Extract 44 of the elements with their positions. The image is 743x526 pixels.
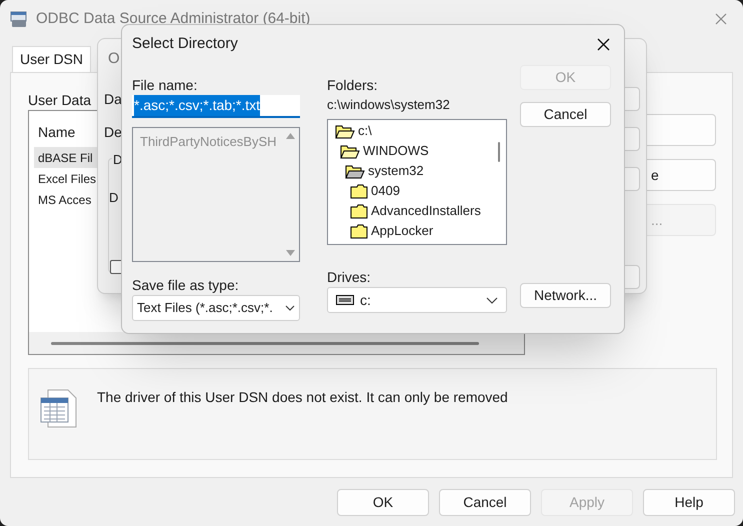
close-icon: [715, 13, 727, 25]
dialog-button[interactable]: Help: [643, 489, 735, 516]
info-message: The driver of this User DSN does not exist. It can only be removed: [97, 388, 508, 407]
dialog-button[interactable]: Cancel: [520, 102, 611, 127]
folder-item[interactable]: WINDOWS: [328, 141, 491, 161]
list-row[interactable]: dBASE Fil: [34, 147, 97, 168]
drive-icon: [336, 295, 354, 305]
field-label: Drives:: [327, 268, 372, 287]
folder-item[interactable]: system32: [328, 161, 491, 181]
file-type-dropdown[interactable]: Text Files (*.asc;*.csv;*.: [132, 295, 300, 321]
column-header[interactable]: Name: [38, 122, 76, 143]
dialog-button[interactable]: OK: [337, 489, 429, 516]
current-path: c:\windows\system32: [327, 96, 451, 114]
chevron-down-icon: [486, 296, 498, 304]
field-label: File name:: [132, 76, 198, 95]
dropdown-value: Text Files (*.asc;*.csv;*.: [137, 299, 273, 318]
close-icon: [597, 38, 610, 50]
field-label: Da: [104, 90, 122, 109]
app-icon: [10, 10, 28, 28]
field-label: Folders:: [327, 76, 379, 95]
folder-item[interactable]: 0409: [328, 181, 491, 201]
tab[interactable]: User DSN: [12, 46, 92, 72]
field-label: D: [109, 189, 118, 207]
group-label: User Data: [28, 91, 92, 110]
arrow-down-icon: [286, 250, 295, 256]
drive-dropdown[interactable]: c:: [327, 287, 507, 313]
document-icon: [40, 389, 78, 429]
list-row[interactable]: Excel Files: [34, 168, 100, 189]
dialog-title: O: [108, 49, 120, 69]
field-label: De: [104, 123, 122, 142]
chevron-down-icon: [285, 305, 295, 311]
folder-item[interactable]: c:\: [328, 121, 491, 141]
list-row[interactable]: MS Acces: [34, 189, 96, 210]
dialog-button[interactable]: Network...: [520, 283, 611, 308]
field-label: Save file as type:: [132, 276, 240, 295]
folder-item[interactable]: AppLocker: [328, 221, 491, 241]
horizontal-scrollbar[interactable]: [29, 332, 524, 354]
folder-item[interactable]: AdvancedInstallers: [328, 201, 491, 221]
arrow-up-icon: [286, 133, 295, 139]
window-title: ODBC Data Source Administrator (64-bit): [36, 8, 310, 29]
dialog-button[interactable]: Cancel: [439, 489, 531, 516]
dropdown-value: c:: [360, 290, 372, 310]
dialog-title: Select Directory: [132, 34, 239, 54]
file-name-field[interactable]: *.asc;*.csv;*.tab;*.txt: [132, 95, 300, 118]
